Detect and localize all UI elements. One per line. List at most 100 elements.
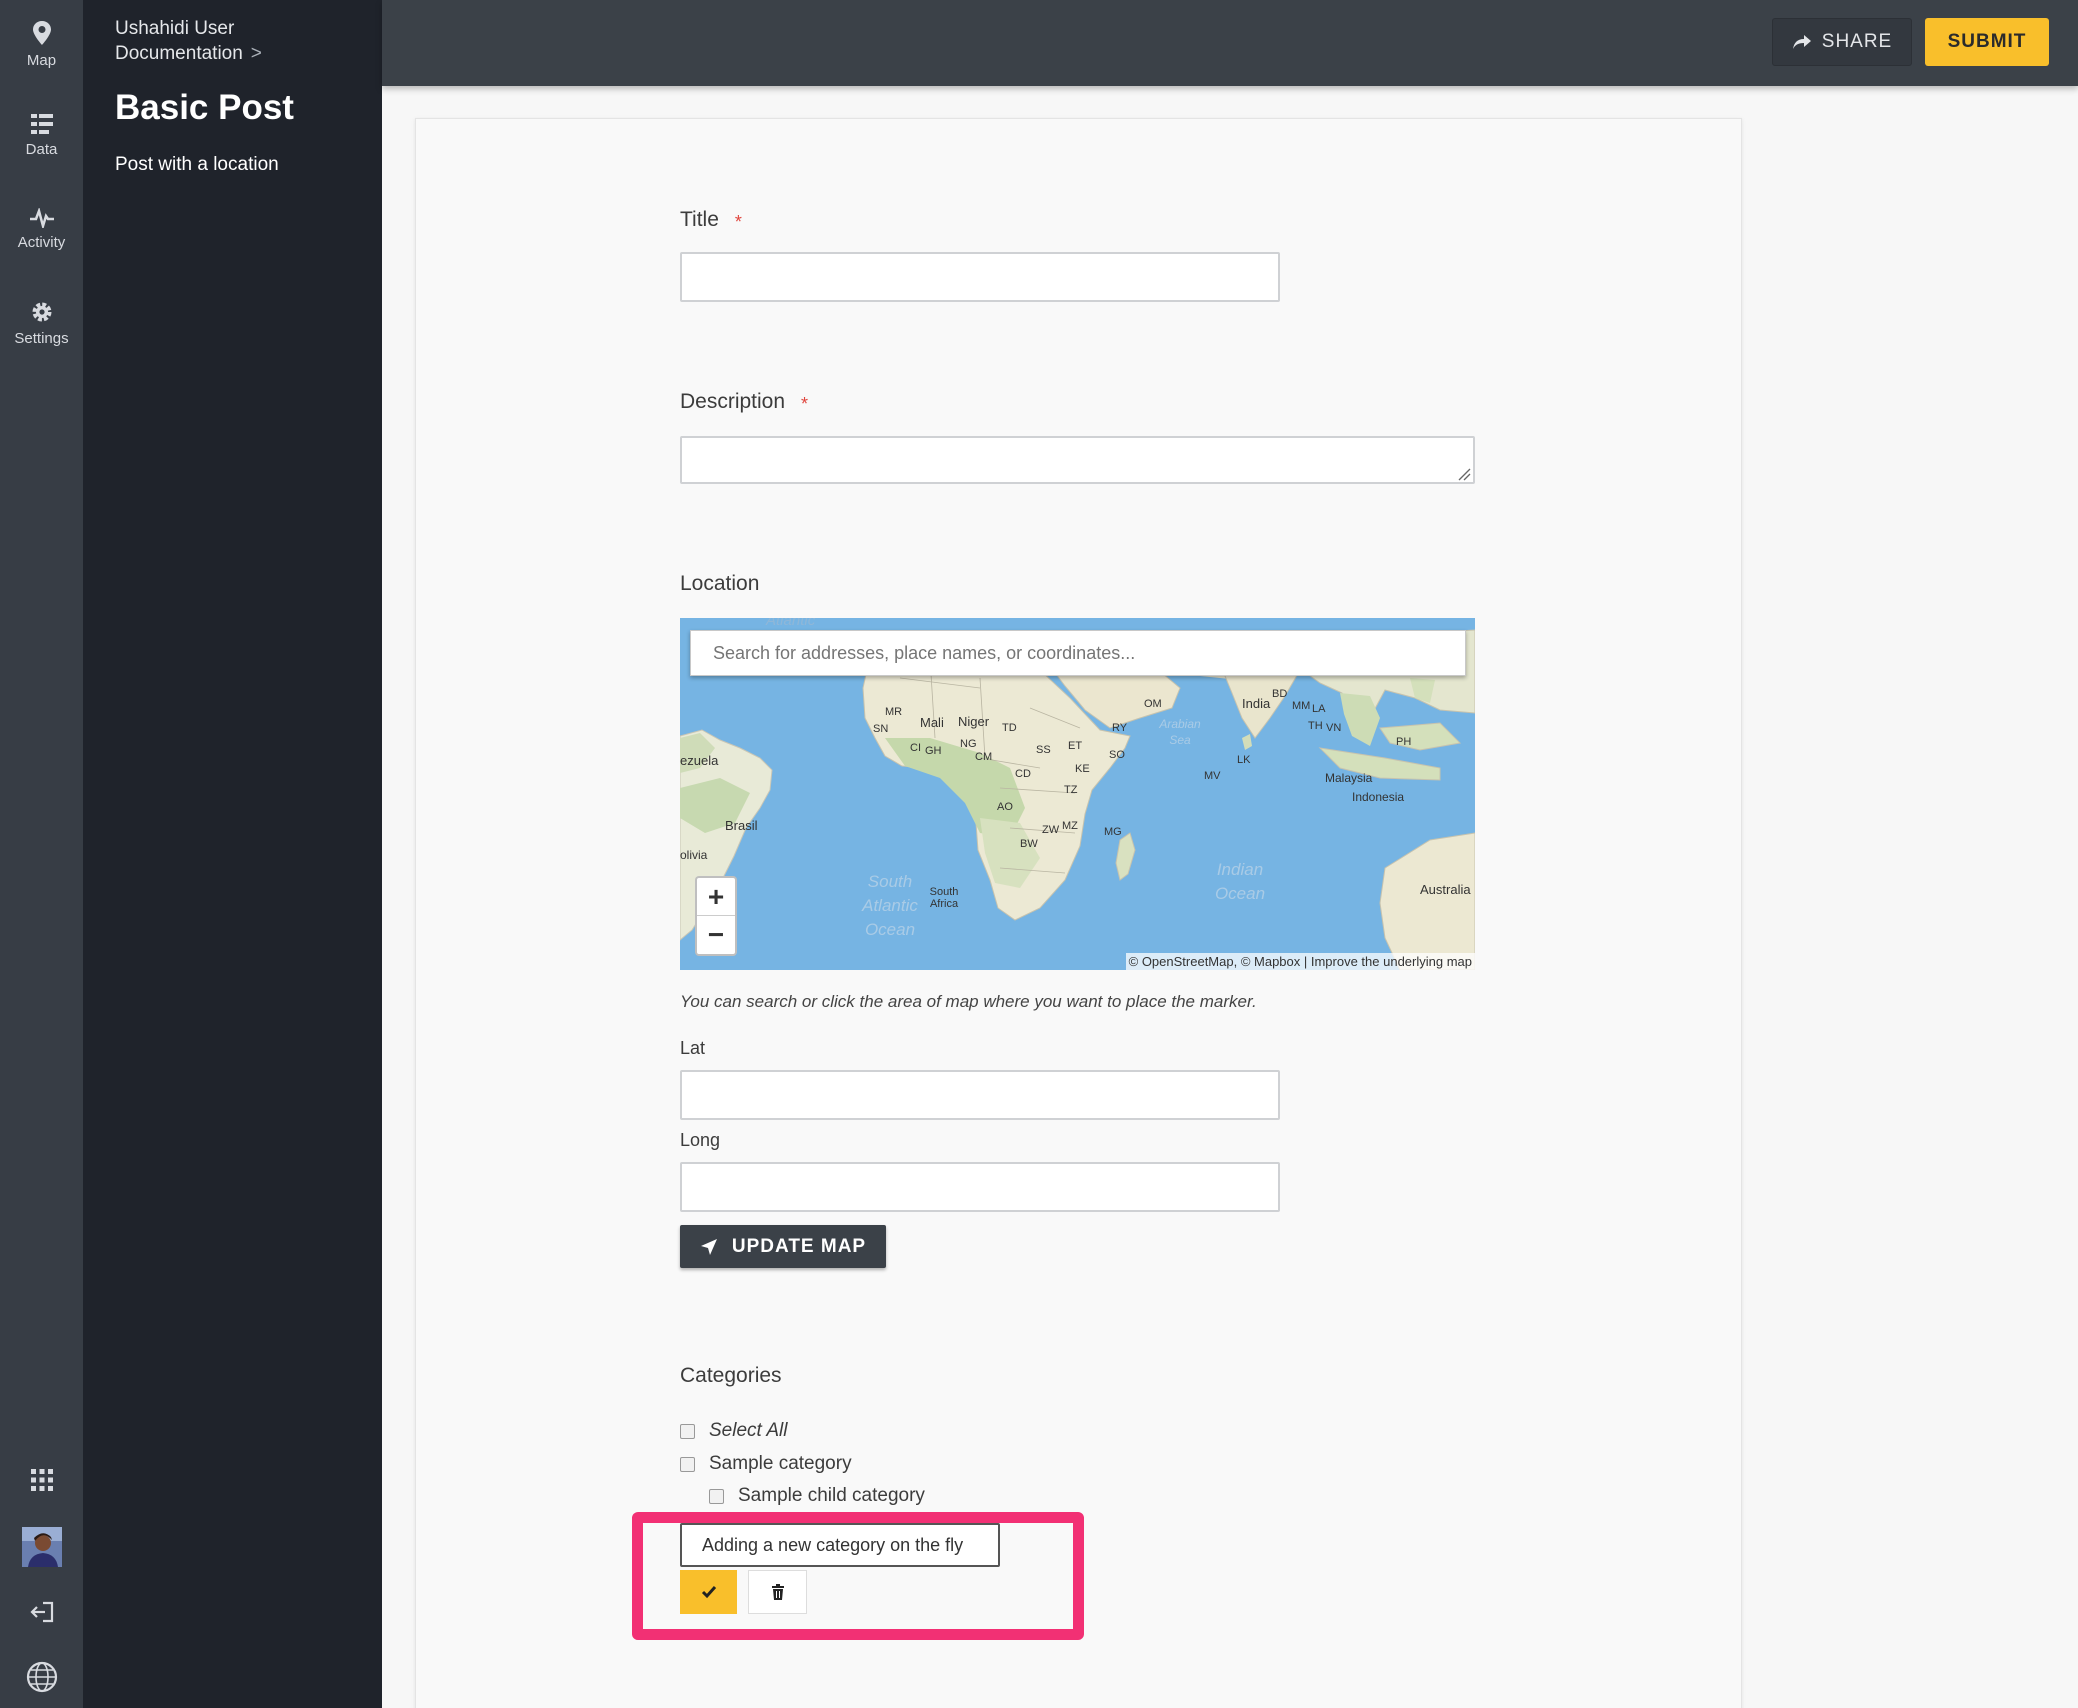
location-arrow-icon: [700, 1238, 717, 1255]
map-label-india: India: [1242, 696, 1271, 711]
logout-icon: [29, 1601, 53, 1623]
update-map-label: UPDATE MAP: [731, 1235, 867, 1257]
map-code-ss: SS: [1036, 744, 1051, 756]
map-code-mg: MG: [1104, 826, 1122, 838]
description-label: Description *: [680, 390, 808, 414]
long-input[interactable]: [680, 1162, 1280, 1212]
map-code-zw: ZW: [1042, 824, 1060, 836]
map-code-td: TD: [1002, 722, 1017, 734]
map-label-mali: Mali: [920, 715, 944, 730]
map-code-et: ET: [1068, 740, 1083, 752]
rail-label-map: Map: [26, 52, 57, 69]
submit-button[interactable]: SUBMIT: [1925, 18, 2049, 66]
map-label-indian-ocean: Indian Ocean: [1214, 860, 1266, 903]
map-zoom-control: + −: [695, 876, 737, 956]
select-all-checkbox[interactable]: [680, 1423, 695, 1439]
map-code-mv: MV: [1204, 770, 1221, 782]
long-label: Long: [680, 1130, 721, 1150]
map-code-la: LA: [1312, 703, 1326, 715]
map-code-lk: LK: [1237, 754, 1251, 766]
share-arrow-icon: [1792, 35, 1811, 49]
sample-category-label: Sample category: [709, 1453, 852, 1474]
map-code-ry: RY: [1112, 722, 1128, 734]
ushahidi-logo[interactable]: [0, 1661, 83, 1693]
confirm-category-button[interactable]: [680, 1570, 737, 1614]
map-search-input[interactable]: [690, 630, 1466, 676]
map-hint-text: You can search or click the area of map …: [680, 992, 1257, 1011]
logout-button[interactable]: [0, 1601, 83, 1623]
rail-item-activity[interactable]: Activity: [0, 208, 83, 251]
textarea-resize-handle-icon[interactable]: [1457, 467, 1471, 481]
title-input[interactable]: [680, 252, 1280, 302]
map-label-south-africa: South Africa: [929, 886, 959, 910]
user-avatar[interactable]: [0, 1527, 83, 1567]
apps-grid-button[interactable]: [0, 1468, 83, 1492]
map-label-malaysia: Malaysia: [1325, 771, 1373, 785]
side-panel: Ushahidi User Documentation > Basic Post …: [83, 0, 382, 1708]
breadcrumb-deployment[interactable]: Ushahidi User Documentation: [115, 18, 243, 64]
map-code-gh: GH: [925, 745, 942, 757]
map-code-bd: BD: [1272, 688, 1288, 700]
sample-category-checkbox[interactable]: [680, 1456, 695, 1472]
rail-item-data[interactable]: Data: [0, 113, 83, 158]
description-textarea[interactable]: [680, 436, 1475, 484]
map-label-arabian-sea: Arabian Sea: [1159, 717, 1201, 747]
delete-category-button[interactable]: [748, 1570, 807, 1614]
checkmark-icon: [701, 1586, 716, 1599]
category-sample-child[interactable]: Sample child category: [709, 1485, 925, 1507]
map-code-mm: MM: [1292, 700, 1311, 712]
new-category-input[interactable]: [680, 1523, 1000, 1567]
map-code-tz: TZ: [1064, 784, 1078, 796]
ushahidi-logo-icon: [26, 1661, 57, 1693]
zoom-in-button[interactable]: +: [697, 878, 735, 916]
share-button[interactable]: SHARE: [1772, 18, 1912, 66]
map-code-th: TH: [1308, 720, 1323, 732]
description-label-text: Description: [680, 390, 786, 413]
rail-label-data: Data: [25, 141, 58, 158]
trash-icon: [771, 1584, 784, 1600]
title-label: Title *: [680, 208, 742, 232]
rail-item-map[interactable]: Map: [0, 20, 83, 69]
map-code-bw: BW: [1020, 838, 1038, 850]
map-code-mz: MZ: [1062, 820, 1078, 832]
map-code-ng: NG: [960, 738, 977, 750]
description-required-mark: *: [801, 394, 809, 414]
map-code-ci: CI: [910, 742, 921, 754]
map-label-indonesia: Indonesia: [1352, 790, 1405, 804]
page-subtitle: Post with a location: [115, 154, 279, 175]
map-attribution[interactable]: © OpenStreetMap, © Mapbox | Improve the …: [1125, 953, 1475, 970]
data-list-icon: [30, 114, 53, 134]
page-title: Basic Post: [115, 88, 294, 127]
category-select-all[interactable]: Select All: [680, 1420, 788, 1442]
map-label-niger: Niger: [958, 714, 990, 729]
map-code-om: OM: [1144, 698, 1162, 710]
map-code-cm: CM: [975, 751, 993, 763]
breadcrumb-separator: >: [250, 43, 262, 64]
zoom-out-button[interactable]: −: [697, 916, 735, 954]
map-code-cd: CD: [1015, 768, 1031, 780]
location-label: Location: [680, 572, 760, 595]
map-code-vn: VN: [1326, 722, 1342, 734]
update-map-button[interactable]: UPDATE MAP: [680, 1225, 886, 1268]
categories-label: Categories: [680, 1364, 782, 1387]
map-code-ke: KE: [1075, 763, 1090, 775]
select-all-label: Select All: [709, 1420, 788, 1441]
map-code-ph: PH: [1396, 736, 1412, 748]
category-sample[interactable]: Sample category: [680, 1453, 852, 1475]
location-map[interactable]: Atlantic South Atlantic Ocean Indian Oce…: [680, 618, 1475, 970]
rail-item-settings[interactable]: Settings: [0, 300, 83, 347]
rail-label-settings: Settings: [14, 330, 69, 347]
sample-child-category-label: Sample child category: [738, 1485, 925, 1506]
map-label-bolivia: olivia: [680, 848, 708, 862]
icon-rail: Map Data Activity Settings: [0, 0, 83, 1708]
sample-child-category-checkbox[interactable]: [709, 1488, 724, 1504]
map-label-atlantic: Atlantic: [766, 618, 816, 629]
breadcrumb[interactable]: Ushahidi User Documentation >: [115, 16, 355, 66]
map-label-venezuela: ezuela: [680, 753, 719, 768]
map-label-australia: Australia: [1420, 882, 1471, 897]
apps-grid-icon: [30, 1469, 53, 1491]
lat-input[interactable]: [680, 1070, 1280, 1120]
map-label-brasil: Brasil: [725, 818, 758, 833]
map-code-so: SO: [1109, 749, 1125, 761]
map-code-ao: AO: [997, 801, 1013, 813]
